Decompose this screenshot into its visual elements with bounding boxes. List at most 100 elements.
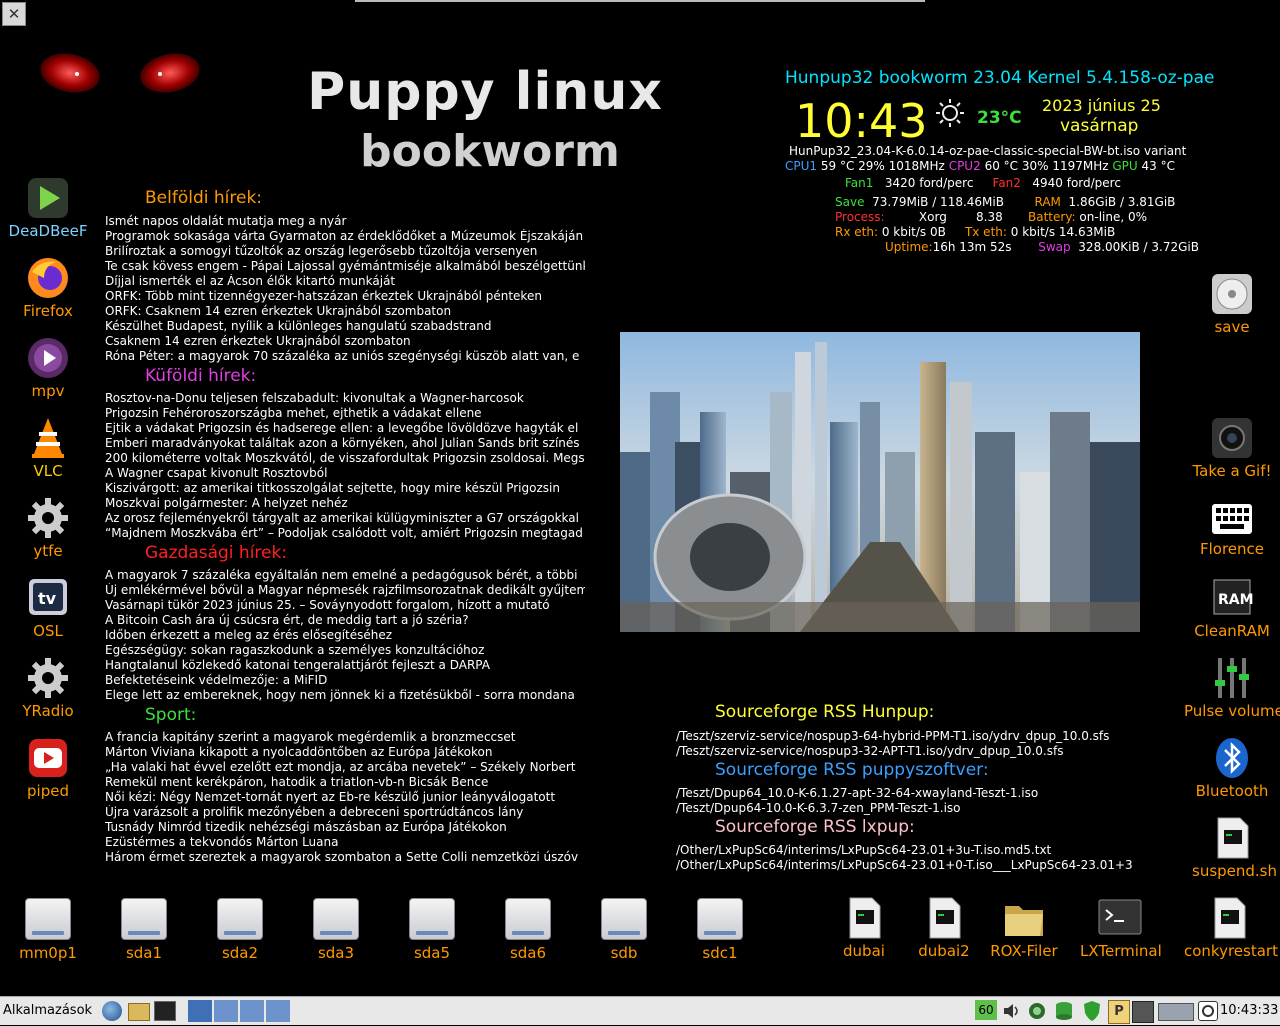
deadbeef-launcher[interactable]: DeaDBeeF	[8, 176, 88, 240]
cpu-temp-badge[interactable]: 60	[975, 1000, 997, 1020]
lxterminal-launcher[interactable]: LXTerminal	[1080, 896, 1162, 960]
list-item[interactable]: Újra varázsolt a prolifik mezőnyében a d…	[105, 805, 585, 820]
rss-line[interactable]: /Teszt/szerviz-service/nospup3-64-hybrid…	[676, 729, 1109, 743]
bluetooth-launcher[interactable]: Bluetooth	[1192, 736, 1272, 800]
rss-line[interactable]: /Teszt/Dpup64_10.0-K-6.1.27-apt-32-64-xw…	[676, 786, 1038, 800]
workspace-4[interactable]	[266, 1000, 290, 1022]
list-item[interactable]: ORFK: Több mint tizennégyezer-hatszázan …	[105, 289, 585, 304]
drive-sdc1[interactable]: sdc1	[680, 898, 760, 962]
save-icon[interactable]	[1132, 1001, 1154, 1023]
shield-icon[interactable]	[1082, 1000, 1102, 1022]
list-item[interactable]: Női kézi: Négy Nemzet-tornát nyert az Eb…	[105, 790, 585, 805]
dubai-launcher[interactable]: dubai	[824, 896, 904, 960]
list-item[interactable]: Brilíroztak a somogyi tűzoltók az ország…	[105, 244, 585, 259]
dubai2-launcher[interactable]: dubai2	[904, 896, 984, 960]
take-gif-launcher[interactable]: Take a Gif!	[1192, 416, 1272, 480]
mpv-launcher[interactable]: mpv	[8, 336, 88, 400]
list-item[interactable]: Az orosz fejleményekről tárgyalt az amer…	[105, 511, 585, 526]
usb-drive-icon	[505, 898, 551, 940]
drive-sda1[interactable]: sda1	[104, 898, 184, 962]
rss-line[interactable]: /Other/LxPupSc64/interims/LxPupSc64-23.0…	[676, 843, 1051, 857]
drive-sdb[interactable]: sdb	[584, 898, 664, 962]
rss-line[interactable]: /Teszt/Dpup64-10.0-K-6.3.7-zen_PPM-Teszt…	[676, 801, 961, 815]
list-item[interactable]: Prigozsin Fehéroroszországba mehet, ejth…	[105, 406, 585, 421]
list-item[interactable]: Díjjal ismerték el az Ácson élők kitartó…	[105, 274, 585, 289]
sun-icon	[935, 98, 965, 128]
list-item[interactable]: „Ha valaki hat évvel ezelőtt ezt mondja,…	[105, 760, 585, 775]
list-item[interactable]: 200 kilométerre voltak Moszkvától, de vi…	[105, 451, 585, 466]
list-item[interactable]: Három érmet szereztek a magyarok szombat…	[105, 850, 585, 865]
list-item[interactable]: Remekül ment kerékpáron, hatodik a triat…	[105, 775, 585, 790]
list-item[interactable]: A magyarok 7 százaléka egyáltalán nem em…	[105, 568, 585, 583]
list-item[interactable]: A Wagner csapat kivonult Rosztovból	[105, 466, 585, 481]
database-icon[interactable]	[1054, 1001, 1074, 1021]
volume-icon[interactable]	[1002, 1002, 1022, 1020]
terminal-icon[interactable]	[154, 1001, 176, 1021]
cleanram-launcher[interactable]: RAM CleanRAM	[1192, 576, 1272, 640]
drive-sda3[interactable]: sda3	[296, 898, 376, 962]
list-item[interactable]: Rosztov-na-Donu teljesen felszabadult: k…	[105, 391, 585, 406]
list-item[interactable]: Új emlékérmével bővül a Magyar népmesék …	[105, 583, 585, 598]
close-button[interactable]: ✕	[2, 2, 26, 26]
vlc-launcher[interactable]: VLC	[8, 416, 88, 480]
rox-filer-launcher[interactable]: ROX-Filer	[984, 896, 1064, 960]
drive-mm0p1[interactable]: mm0p1	[8, 898, 88, 962]
list-item[interactable]: A francia kapitány szerint a magyarok me…	[105, 730, 585, 745]
conkyrestart-launcher[interactable]: conkyrestart	[1184, 896, 1278, 960]
list-item[interactable]: Ejtik a vádakat Prigozsin és hadserege e…	[105, 421, 585, 436]
workspace-1[interactable]	[188, 1000, 212, 1022]
list-item[interactable]: Hangtalanul közlekedő katonai tengeralat…	[105, 658, 585, 673]
network-icon[interactable]	[1026, 1001, 1048, 1021]
workspace-2[interactable]	[214, 1000, 238, 1022]
list-item[interactable]: Márton Viviana kikapott a nyolcaddöntőbe…	[105, 745, 585, 760]
drive-icon[interactable]	[1158, 1003, 1194, 1021]
rss-line[interactable]: /Other/LxPupSc64/interims/LxPupSc64-23.0…	[676, 858, 1133, 872]
list-item[interactable]: Ezüstérmes a tekvondós Márton Luana	[105, 835, 585, 850]
svg-text:RAM: RAM	[1218, 592, 1254, 608]
power-icon[interactable]	[1198, 1001, 1218, 1021]
list-item[interactable]: Befektetéseink védelmezője: a MiFID	[105, 673, 585, 688]
script-file-icon	[842, 896, 886, 940]
list-item[interactable]: Ismét napos oldalát mutatja meg a nyár	[105, 214, 585, 229]
taskbar-clock[interactable]: 10:43:33	[1220, 1003, 1278, 1018]
list-item[interactable]: Moszkvai polgármester: A helyzet nehéz	[105, 496, 585, 511]
list-item[interactable]: Programok sokasága várta Gyarmaton az ér…	[105, 229, 585, 244]
list-item[interactable]: Tusnády Nimród tizedik nehézségi mászásb…	[105, 820, 585, 835]
list-item[interactable]: Kiszivárgott: az amerikai titkosszolgála…	[105, 481, 585, 496]
drive-sda6[interactable]: sda6	[488, 898, 568, 962]
piped-launcher[interactable]: piped	[8, 736, 88, 800]
file-manager-icon[interactable]	[128, 1003, 150, 1021]
pup-icon[interactable]: P	[1108, 1000, 1130, 1024]
rss-line[interactable]: /Teszt/szerviz-service/nospup3-32-APT-T1…	[676, 744, 1063, 758]
suspend-sh-launcher[interactable]: suspend.sh	[1192, 816, 1277, 880]
date: 2023 június 25	[1042, 96, 1161, 115]
list-item[interactable]: A Bitcoin Cash ára új csúcsra ért, de me…	[105, 613, 585, 628]
applications-menu-button[interactable]: Alkalmazások	[3, 1003, 92, 1018]
list-item[interactable]: “Majdnem Moszkvába ért” – Podoljak csaló…	[105, 526, 585, 541]
globe-icon[interactable]	[102, 1001, 122, 1021]
list-item[interactable]: Időben érkezett a meleg az érés elősegít…	[105, 628, 585, 643]
disc-icon	[1210, 272, 1254, 316]
keyboard-icon	[1210, 500, 1254, 538]
drive-sda2[interactable]: sda2	[200, 898, 280, 962]
terminal-icon	[1098, 896, 1142, 940]
list-item[interactable]: Emberi maradványokat találtak azon a kör…	[105, 436, 585, 451]
florence-launcher[interactable]: Florence	[1192, 500, 1272, 558]
yradio-launcher[interactable]: YRadio	[8, 656, 88, 720]
firefox-launcher[interactable]: Firefox	[8, 256, 88, 320]
list-item[interactable]: Készülhet Budapest, nyílik a különleges …	[105, 319, 585, 334]
drive-sda5[interactable]: sda5	[392, 898, 472, 962]
list-item[interactable]: Róna Péter: a magyarok 70 százaléka az u…	[105, 349, 585, 364]
list-item[interactable]: Te csak kövess engem - Pápai Lajossal gy…	[105, 259, 585, 274]
ytfe-launcher[interactable]: ytfe	[8, 496, 88, 560]
pulse-volume-launcher[interactable]: Pulse volume	[1184, 656, 1280, 720]
workspace-3[interactable]	[240, 1000, 264, 1022]
list-item[interactable]: ORFK: Csaknem 14 ezren érkeztek Ukrajnáb…	[105, 304, 585, 319]
osl-launcher[interactable]: tv OSL	[8, 576, 88, 640]
save-launcher[interactable]: save	[1192, 272, 1272, 336]
list-item[interactable]: Egészségügy: sokan ragaszkodunk a személ…	[105, 643, 585, 658]
list-item[interactable]: Csaknem 14 ezren érkeztek Ukrajnából szo…	[105, 334, 585, 349]
list-item[interactable]: Elege lett az embereknek, hogy nem jönne…	[105, 688, 585, 703]
list-item[interactable]: Vasárnapi tükör 2023 június 25. – Sováyn…	[105, 598, 585, 613]
top-divider	[355, 0, 925, 2]
